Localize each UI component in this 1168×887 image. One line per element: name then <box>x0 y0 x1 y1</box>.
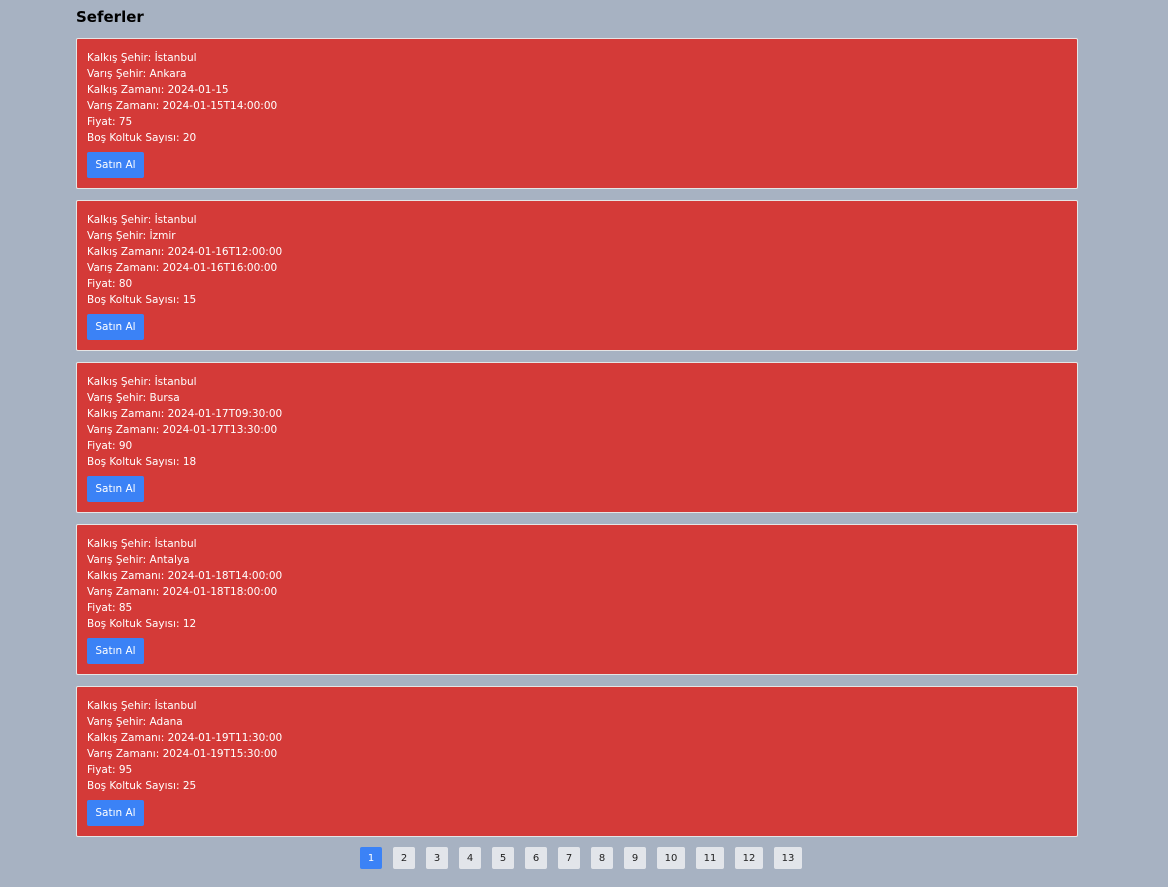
trip-card: Kalkış Şehir: İstanbul Varış Şehir: Burs… <box>76 362 1078 513</box>
arrival-city: Varış Şehir: Adana <box>87 716 183 728</box>
arrival-time: Varış Zamanı: 2024-01-15T14:00:00 <box>87 100 278 112</box>
page-button-1[interactable]: 1 <box>360 847 382 869</box>
price: Fiyat: 95 <box>87 764 133 776</box>
empty-seats: Boş Koltuk Sayısı: 20 <box>87 132 197 144</box>
arrival-city: Varış Şehir: Ankara <box>87 68 187 80</box>
page-button-9[interactable]: 9 <box>624 847 646 869</box>
arrival-time: Varış Zamanı: 2024-01-16T16:00:00 <box>87 262 278 274</box>
page-title: Seferler <box>76 8 144 26</box>
page-button-8[interactable]: 8 <box>591 847 613 869</box>
page-button-6[interactable]: 6 <box>525 847 547 869</box>
arrival-time: Varış Zamanı: 2024-01-18T18:00:00 <box>87 586 278 598</box>
page-button-7[interactable]: 7 <box>558 847 580 869</box>
price: Fiyat: 90 <box>87 440 133 452</box>
trip-card: Kalkış Şehir: İstanbul Varış Şehir: Anta… <box>76 524 1078 675</box>
empty-seats: Boş Koltuk Sayısı: 18 <box>87 456 197 468</box>
buy-button[interactable]: Satın Al <box>87 314 144 340</box>
trip-list: Kalkış Şehir: İstanbul Varış Şehir: Anka… <box>76 38 1078 848</box>
page-button-12[interactable]: 12 <box>735 847 763 869</box>
departure-time: Kalkış Zamanı: 2024-01-19T11:30:00 <box>87 732 283 744</box>
buy-button[interactable]: Satın Al <box>87 476 144 502</box>
arrival-time: Varış Zamanı: 2024-01-19T15:30:00 <box>87 748 278 760</box>
arrival-city: Varış Şehir: Antalya <box>87 554 190 566</box>
price: Fiyat: 80 <box>87 278 133 290</box>
arrival-city: Varış Şehir: Bursa <box>87 392 180 404</box>
page-button-10[interactable]: 10 <box>657 847 685 869</box>
departure-time: Kalkış Zamanı: 2024-01-17T09:30:00 <box>87 408 283 420</box>
pagination: 1 2 3 4 5 6 7 8 9 10 11 12 13 <box>360 847 802 869</box>
departure-time: Kalkış Zamanı: 2024-01-18T14:00:00 <box>87 570 283 582</box>
trip-card: Kalkış Şehir: İstanbul Varış Şehir: Adan… <box>76 686 1078 837</box>
trip-card: Kalkış Şehir: İstanbul Varış Şehir: İzmi… <box>76 200 1078 351</box>
departure-city: Kalkış Şehir: İstanbul <box>87 700 197 712</box>
empty-seats: Boş Koltuk Sayısı: 12 <box>87 618 197 630</box>
page-button-13[interactable]: 13 <box>774 847 802 869</box>
page-button-5[interactable]: 5 <box>492 847 514 869</box>
arrival-city: Varış Şehir: İzmir <box>87 230 176 242</box>
price: Fiyat: 85 <box>87 602 133 614</box>
price: Fiyat: 75 <box>87 116 133 128</box>
departure-time: Kalkış Zamanı: 2024-01-15 <box>87 84 229 96</box>
departure-time: Kalkış Zamanı: 2024-01-16T12:00:00 <box>87 246 283 258</box>
page-button-3[interactable]: 3 <box>426 847 448 869</box>
departure-city: Kalkış Şehir: İstanbul <box>87 376 197 388</box>
page-button-11[interactable]: 11 <box>696 847 724 869</box>
departure-city: Kalkış Şehir: İstanbul <box>87 214 197 226</box>
page-button-2[interactable]: 2 <box>393 847 415 869</box>
page-button-4[interactable]: 4 <box>459 847 481 869</box>
arrival-time: Varış Zamanı: 2024-01-17T13:30:00 <box>87 424 278 436</box>
buy-button[interactable]: Satın Al <box>87 800 144 826</box>
buy-button[interactable]: Satın Al <box>87 638 144 664</box>
departure-city: Kalkış Şehir: İstanbul <box>87 538 197 550</box>
departure-city: Kalkış Şehir: İstanbul <box>87 52 197 64</box>
buy-button[interactable]: Satın Al <box>87 152 144 178</box>
trip-card: Kalkış Şehir: İstanbul Varış Şehir: Anka… <box>76 38 1078 189</box>
empty-seats: Boş Koltuk Sayısı: 15 <box>87 294 197 306</box>
empty-seats: Boş Koltuk Sayısı: 25 <box>87 780 197 792</box>
